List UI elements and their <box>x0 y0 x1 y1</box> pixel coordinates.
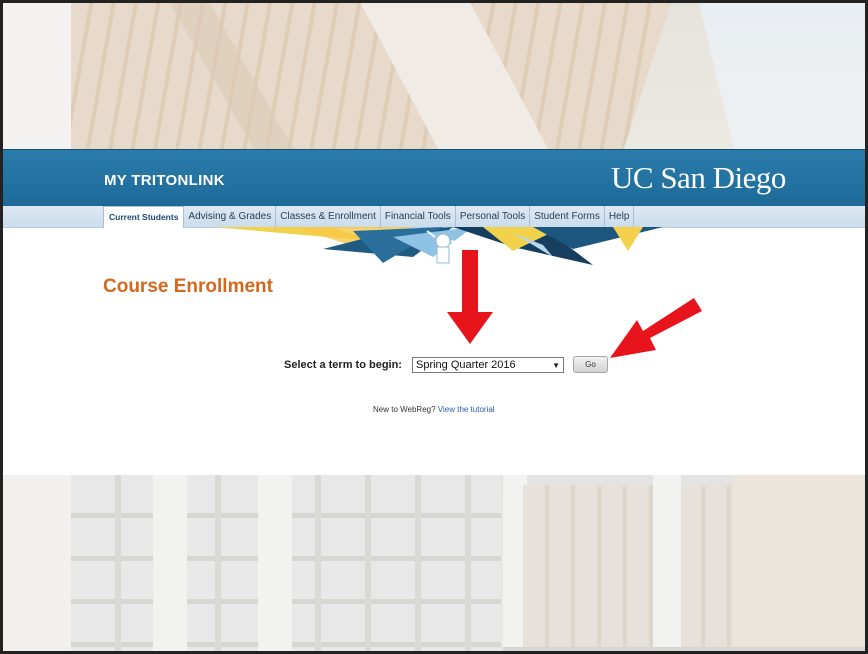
view-tutorial-link[interactable]: View the tutorial <box>438 405 495 414</box>
term-select[interactable]: Spring Quarter 2016 ▼ <box>411 356 564 373</box>
red-arrow-icon <box>610 298 702 358</box>
term-select-value: Spring Quarter 2016 <box>415 358 516 371</box>
term-label: Select a term to begin: <box>284 358 402 371</box>
nav-student-forms[interactable]: Student Forms <box>530 206 605 228</box>
university-logo[interactable]: UC San Diego <box>611 160 786 196</box>
page-title: Course Enrollment <box>103 276 273 297</box>
nav-advising-grades[interactable]: Advising & Grades <box>184 206 277 228</box>
slide-frame: MY TRITONLINK UC San Diego Current Stude… <box>0 0 868 654</box>
header-photo <box>3 3 865 151</box>
tutorial-prefix: New to WebReg? <box>373 405 436 414</box>
nav-classes-enrollment[interactable]: Classes & Enrollment <box>276 206 381 228</box>
nav-personal-tools[interactable]: Personal Tools <box>456 206 531 228</box>
tutorial-line: New to WebReg? View the tutorial <box>373 405 495 414</box>
term-selection-row: Select a term to begin: Spring Quarter 2… <box>284 356 608 373</box>
go-button[interactable]: Go <box>572 356 608 373</box>
nav-financial-tools[interactable]: Financial Tools <box>381 206 456 228</box>
main-navigation: Current Students Advising & Grades Class… <box>3 206 865 228</box>
footer-photo <box>3 475 865 651</box>
brand-title[interactable]: MY TRITONLINK <box>104 172 225 189</box>
enrollment-content: Course Enrollment Select a term to begin… <box>3 228 865 475</box>
site-header: MY TRITONLINK UC San Diego <box>3 149 865 206</box>
nav-current-students[interactable]: Current Students <box>103 206 185 228</box>
red-arrow-icon <box>447 250 493 344</box>
chevron-down-icon: ▼ <box>552 360 560 370</box>
nav-help[interactable]: Help <box>605 206 635 228</box>
